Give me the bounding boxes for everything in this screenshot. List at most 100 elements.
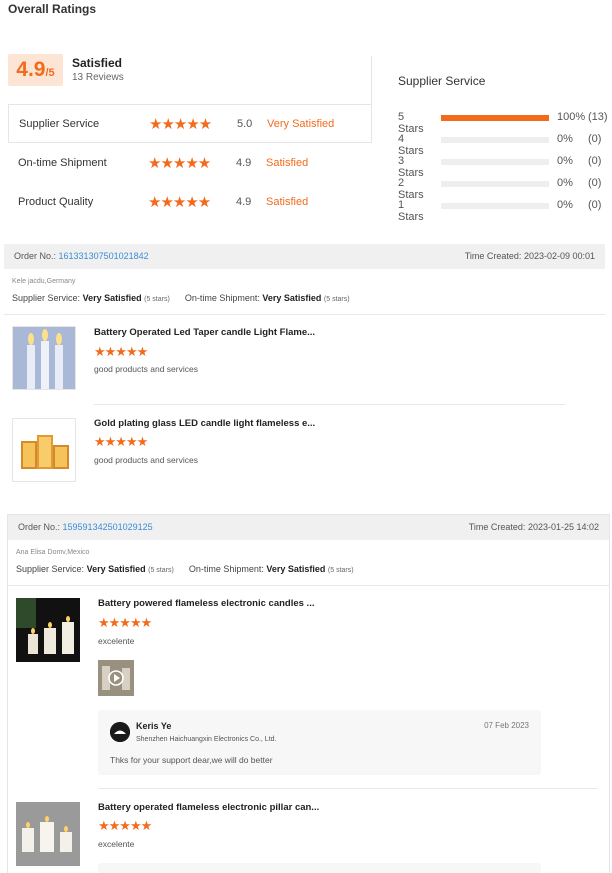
time-created: 2023-02-09 00:01: [523, 251, 595, 261]
electronic-candles-image: [16, 598, 80, 662]
shipment-stars: (5 stars): [327, 567, 354, 574]
overall-score-max: /5: [45, 67, 55, 79]
product-title-link[interactable]: Battery operated flameless electronic pi…: [98, 802, 319, 813]
shipment-value: Very Satisfied: [262, 293, 322, 303]
supplier-service-stars: (5 stars): [148, 567, 174, 574]
time-label: Time Created:: [468, 522, 526, 532]
distribution-label: 3 Stars: [398, 155, 424, 179]
distribution-count: (13): [588, 111, 608, 123]
order-number-link[interactable]: 159591342501029125: [63, 522, 153, 532]
shipment-stars: (5 stars): [323, 296, 350, 303]
distribution-count: (0): [588, 133, 602, 145]
distribution-percent: 0%: [557, 199, 573, 211]
review-video-thumbnail[interactable]: [98, 660, 134, 696]
star-icon: ★★★★★: [148, 193, 211, 211]
time-label: Time Created:: [464, 251, 522, 261]
pillar-candle-image: [16, 802, 80, 866]
review-comment: good products and services: [94, 455, 198, 465]
time-created: 2023-01-25 14:02: [527, 522, 599, 532]
category-score: 4.9: [236, 195, 252, 208]
distribution-percent: 0%: [557, 133, 573, 145]
distribution-percent: 0%: [557, 155, 573, 167]
distribution-bar: [441, 159, 549, 165]
overall-score-badge: 4.9 /5: [8, 54, 63, 86]
divider: [94, 404, 565, 405]
play-icon: [98, 660, 134, 696]
supplier-service-stars: (5 stars): [144, 296, 170, 303]
avatar: [110, 722, 130, 742]
distribution-count: (0): [588, 199, 602, 211]
shipment-value: Very Satisfied: [266, 564, 326, 574]
product-image[interactable]: [16, 802, 80, 866]
distribution-label: 5 Stars: [398, 111, 424, 135]
supplier-service-label: Supplier Service:: [16, 564, 85, 574]
product-image[interactable]: [12, 418, 76, 482]
review-comment: excelente: [98, 839, 135, 849]
star-icon: ★★★★★: [98, 818, 152, 833]
order-label: Order No.:: [14, 251, 57, 261]
product-image[interactable]: [12, 326, 76, 390]
product-title-link[interactable]: Battery powered flameless electronic can…: [98, 598, 314, 609]
supplier-logo-icon: [110, 722, 130, 742]
order-label: Order No.:: [18, 522, 61, 532]
product-title-link[interactable]: Battery Operated Led Taper candle Light …: [94, 327, 315, 338]
category-row-product-quality[interactable]: Product Quality ★★★★★ 4.9 Satisfied: [8, 182, 372, 221]
distribution-count: (0): [588, 177, 602, 189]
star-icon: ★★★★★: [94, 434, 148, 449]
divider: [371, 56, 372, 104]
shipment-label: On-time Shipment:: [184, 293, 260, 303]
distribution-percent: 100%: [557, 111, 586, 123]
distribution-label: 1 Stars: [398, 199, 424, 223]
category-satisfaction: Satisfied: [266, 156, 309, 169]
buyer-name: Ana Elisa Domv,Mexico: [16, 549, 90, 556]
category-row-on-time-shipment[interactable]: On-time Shipment ★★★★★ 4.9 Satisfied: [8, 143, 372, 182]
category-label: Supplier Service: [19, 117, 100, 130]
category-score: 5.0: [237, 117, 253, 130]
category-ratings: Supplier Service ★★★★★ 5.0 Very Satisfie…: [8, 104, 372, 222]
divider: [8, 585, 609, 586]
reply-author: Keris Ye: [136, 721, 172, 731]
product-title-link[interactable]: Gold plating glass LED candle light flam…: [94, 418, 315, 429]
category-satisfaction: Very Satisfied: [267, 117, 335, 130]
divider: [98, 788, 598, 789]
star-icon: ★★★★★: [98, 615, 152, 630]
supplier-service-value: Very Satisfied: [82, 293, 142, 303]
supplier-reply: [98, 863, 541, 873]
distribution-title: Supplier Service: [398, 74, 486, 88]
overall-score: 4.9: [16, 58, 46, 81]
reply-company: Shenzhen Haichuangxin Electronics Co., L…: [136, 736, 277, 743]
category-satisfaction: Satisfied: [266, 195, 309, 208]
overall-satisfaction-label: Satisfied: [72, 56, 123, 70]
order-number-link[interactable]: 161331307501021842: [59, 251, 149, 261]
supplier-reply: Keris Ye Shenzhen Haichuangxin Electroni…: [98, 710, 541, 775]
category-score: 4.9: [236, 156, 252, 169]
taper-candle-image: [13, 327, 75, 389]
reply-date: 07 Feb 2023: [484, 721, 529, 730]
order-service-ratings: Supplier Service: Very Satisfied (5 star…: [12, 293, 350, 303]
order-header: Order No.: 161331307501021842 Time Creat…: [4, 244, 605, 269]
distribution-label: 4 Stars: [398, 133, 424, 157]
category-label: Product Quality: [18, 195, 94, 208]
page-title: Overall Ratings: [8, 2, 97, 16]
product-image[interactable]: [16, 598, 80, 662]
reply-text: Thks for your support dear,we will do be…: [110, 755, 273, 765]
distribution-bar: [441, 181, 549, 187]
category-label: On-time Shipment: [18, 156, 107, 169]
category-row-supplier-service[interactable]: Supplier Service ★★★★★ 5.0 Very Satisfie…: [8, 104, 372, 143]
supplier-service-value: Very Satisfied: [86, 564, 146, 574]
distribution-bar: [441, 203, 549, 209]
distribution-label: 2 Stars: [398, 177, 424, 201]
star-icon: ★★★★★: [149, 115, 212, 133]
review-count: 13 Reviews: [72, 72, 124, 83]
review-comment: excelente: [98, 636, 135, 646]
order-service-ratings: Supplier Service: Very Satisfied (5 star…: [16, 564, 354, 574]
order-header: Order No.: 159591342501029125 Time Creat…: [8, 515, 609, 540]
gold-candle-image: [13, 419, 75, 481]
star-icon: ★★★★★: [94, 344, 148, 359]
star-icon: ★★★★★: [148, 154, 211, 172]
distribution-bar: [441, 115, 549, 121]
distribution-bar: [441, 137, 549, 143]
distribution-percent: 0%: [557, 177, 573, 189]
divider: [4, 314, 605, 315]
supplier-service-label: Supplier Service:: [12, 293, 81, 303]
